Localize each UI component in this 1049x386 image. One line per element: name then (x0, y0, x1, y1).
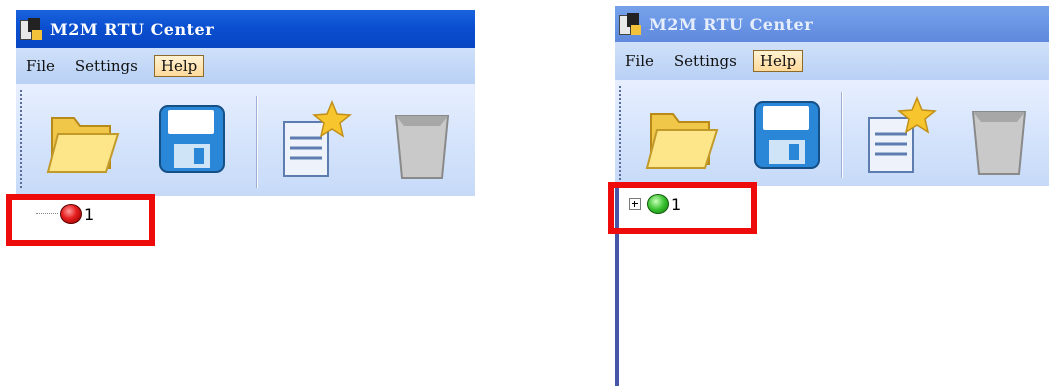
open-button[interactable] (44, 98, 124, 184)
save-disk-icon (754, 101, 820, 169)
menu-help[interactable]: Help (153, 55, 205, 77)
window-title: M2M RTU Center (50, 19, 215, 39)
open-folder-icon (46, 117, 120, 173)
save-button[interactable] (747, 94, 827, 180)
toolbar-grip[interactable] (20, 90, 22, 190)
menu-help[interactable]: Help (752, 50, 804, 72)
highlight-box-left (6, 194, 155, 246)
open-button[interactable] (643, 94, 723, 180)
new-button[interactable] (272, 98, 352, 184)
menu-bar: File Settings Help (16, 48, 475, 84)
toolbar (16, 84, 475, 196)
delete-button[interactable] (959, 94, 1039, 180)
menu-file[interactable]: File (621, 50, 658, 72)
open-folder-icon (645, 113, 719, 169)
rtu-app-icon (619, 13, 643, 35)
menu-bar: File Settings Help (615, 42, 1049, 80)
new-document-icon (868, 96, 937, 173)
save-disk-icon (159, 105, 225, 173)
delete-button[interactable] (382, 98, 462, 184)
toolbar-separator (256, 96, 257, 188)
toolbar-separator (841, 92, 842, 178)
toolbar-grip[interactable] (619, 86, 621, 180)
save-button[interactable] (152, 98, 232, 184)
delete-trash-icon (971, 111, 1027, 175)
new-document-icon (283, 100, 352, 177)
title-bar[interactable]: M2M RTU Center (615, 6, 1049, 42)
new-button[interactable] (857, 94, 937, 180)
toolbar (615, 80, 1049, 186)
rtu-app-icon (20, 18, 44, 40)
menu-settings[interactable]: Settings (71, 55, 142, 77)
menu-file[interactable]: File (22, 55, 59, 77)
app-window-left: M2M RTU Center File Settings Help 1 (16, 0, 475, 386)
title-bar[interactable]: M2M RTU Center (16, 10, 475, 48)
highlight-box-right (608, 182, 757, 234)
delete-trash-icon (394, 115, 450, 179)
menu-settings[interactable]: Settings (670, 50, 741, 72)
window-title: M2M RTU Center (649, 14, 814, 34)
